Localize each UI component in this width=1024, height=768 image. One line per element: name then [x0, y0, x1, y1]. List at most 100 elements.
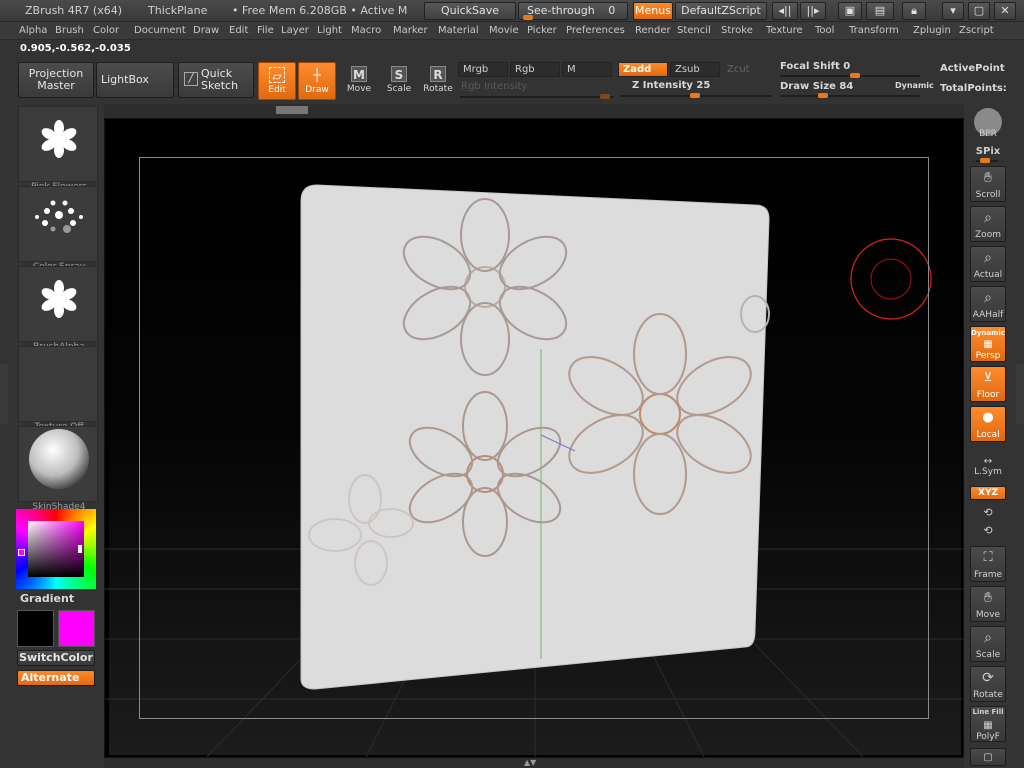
menu-material[interactable]: Material [438, 25, 479, 36]
menu-macro[interactable]: Macro [351, 25, 381, 36]
color-picker[interactable] [16, 509, 96, 589]
brush-selector[interactable]: Pink Flowers [18, 106, 98, 192]
scroll-label: Scroll [975, 190, 1001, 200]
close-icon[interactable]: ✕ [994, 2, 1016, 20]
menu-document[interactable]: Document [134, 25, 186, 36]
color-marker-right[interactable] [78, 545, 82, 553]
m-button[interactable]: M [562, 62, 612, 77]
see-through-slider[interactable]: See-through 0 [518, 2, 628, 20]
quicksave-button[interactable]: QuickSave [424, 2, 516, 20]
menu-draw[interactable]: Draw [193, 25, 219, 36]
lightbox-button[interactable]: LightBox [96, 62, 174, 98]
menu-texture[interactable]: Texture [766, 25, 803, 36]
bottom-tray-toggle-icon[interactable]: ▲▼ [524, 758, 536, 767]
zoom-button[interactable]: ⌕ Zoom [970, 206, 1006, 242]
quick-sketch-button[interactable]: ╱ Quick Sketch [178, 62, 254, 98]
layout-icon[interactable]: ▣ [838, 2, 862, 20]
left-arrow-icon[interactable]: ◂|| [772, 2, 798, 20]
main-color-swatch[interactable] [17, 610, 54, 647]
focal-shift-slider[interactable]: Focal Shift 0 [780, 61, 850, 72]
menu-stencil[interactable]: Stencil [677, 25, 711, 36]
scale-view-button[interactable]: ⌕ Scale [970, 626, 1006, 662]
layout-switch-icon[interactable]: ▤ [866, 2, 894, 20]
right-tray-toggle[interactable] [1016, 364, 1024, 424]
minimize-icon[interactable]: ▾ [942, 2, 964, 20]
rotate-z-icon[interactable]: ⟲ [970, 524, 1006, 537]
menu-color[interactable]: Color [93, 25, 119, 36]
edit-button[interactable]: ▱ Edit [258, 62, 296, 100]
alternate-button[interactable]: Alternate [17, 670, 95, 686]
zadd-button[interactable]: Zadd [618, 62, 668, 77]
draw-size-knob[interactable] [818, 93, 828, 98]
rgb-intensity-knob[interactable] [600, 94, 610, 99]
projection-master-button[interactable]: Projection Master [18, 62, 94, 98]
menu-zplugin[interactable]: Zplugin [913, 25, 951, 36]
zcut-button[interactable]: Zcut [722, 62, 772, 77]
left-tray-toggle[interactable] [0, 364, 8, 424]
menu-preferences[interactable]: Preferences [566, 25, 625, 36]
menu-edit[interactable]: Edit [229, 25, 248, 36]
polyf-button[interactable]: Line Fill ▦ PolyF [970, 706, 1006, 742]
rotate-y-icon[interactable]: ⟲ [970, 506, 1006, 519]
rgb-intensity-slider[interactable]: Rgb Intensity [461, 81, 527, 92]
rgb-button[interactable]: Rgb [510, 62, 560, 77]
draw-button[interactable]: ┼ Draw [298, 62, 336, 100]
local-button[interactable]: ● Local [970, 406, 1006, 442]
z-intensity-slider[interactable]: Z Intensity 25 [632, 80, 710, 91]
menu-tool[interactable]: Tool [815, 25, 834, 36]
canvas-viewport[interactable] [104, 118, 964, 758]
floor-button[interactable]: ⊻ Floor [970, 366, 1006, 402]
menu-render[interactable]: Render [635, 25, 671, 36]
menu-light[interactable]: Light [317, 25, 342, 36]
focal-shift-knob[interactable] [850, 73, 860, 78]
material-selector[interactable]: SkinShade4 [18, 426, 98, 512]
menu-brush[interactable]: Brush [55, 25, 84, 36]
viewport-scroll-handle[interactable] [276, 106, 308, 114]
switch-color-button[interactable]: SwitchColor [17, 650, 95, 666]
draw-size-slider[interactable]: Draw Size 84 [780, 81, 853, 92]
stroke-selector[interactable]: Color Spray [18, 186, 98, 272]
aahalf-button[interactable]: ⌕ AAHalf [970, 286, 1006, 322]
lsym-button[interactable]: ↔ L.Sym [970, 456, 1006, 477]
menus-button[interactable]: Menus [633, 2, 673, 20]
gradient-label[interactable]: Gradient [20, 592, 74, 605]
alpha-selector[interactable]: BrushAlpha [18, 266, 98, 352]
menu-transform[interactable]: Transform [849, 25, 899, 36]
scale-button[interactable]: S Scale [380, 62, 418, 100]
saturation-value-square[interactable] [28, 521, 84, 577]
secondary-color-swatch[interactable] [58, 610, 95, 647]
dynamic-toggle[interactable]: Dynamic [895, 81, 934, 90]
see-through-knob[interactable] [523, 15, 533, 20]
frame-button[interactable]: ⛶ Frame [970, 546, 1006, 582]
scroll-button[interactable]: ✋︎ Scroll [970, 166, 1006, 202]
default-zscript-button[interactable]: DefaultZScript [675, 2, 767, 20]
menu-zscript[interactable]: Zscript [959, 25, 994, 36]
z-intensity-knob[interactable] [690, 93, 700, 98]
menu-alpha[interactable]: Alpha [19, 25, 47, 36]
move-view-button[interactable]: ✋︎ Move [970, 586, 1006, 622]
menu-marker[interactable]: Marker [393, 25, 428, 36]
rotate-view-button[interactable]: ⟳ Rotate [970, 666, 1006, 702]
texture-selector[interactable]: Texture Off [18, 346, 98, 432]
lock-icon[interactable]: 🔒︎ [902, 2, 926, 20]
spix-label[interactable]: SPix [970, 146, 1006, 157]
menu-layer[interactable]: Layer [281, 25, 309, 36]
spix-knob[interactable] [980, 158, 990, 163]
xyz-button[interactable]: XYZ [970, 486, 1006, 500]
menu-stroke[interactable]: Stroke [721, 25, 753, 36]
maximize-icon[interactable]: ▢ [968, 2, 990, 20]
menu-file[interactable]: File [257, 25, 274, 36]
document-frame [139, 157, 929, 719]
zsub-button[interactable]: Zsub [670, 62, 720, 77]
rotate-button[interactable]: R Rotate [419, 62, 457, 100]
menu-movie[interactable]: Movie [489, 25, 519, 36]
color-marker-left[interactable] [18, 549, 25, 556]
right-arrow-icon[interactable]: ||▸ [800, 2, 826, 20]
actual-button[interactable]: ⌕ Actual [970, 246, 1006, 282]
persp-button[interactable]: Dynamic ▦ Persp [970, 326, 1006, 362]
mrgb-button[interactable]: Mrgb [458, 62, 508, 77]
bpr-button[interactable]: BPR [970, 106, 1006, 140]
move-button[interactable]: M Move [340, 62, 378, 100]
menu-picker[interactable]: Picker [527, 25, 557, 36]
transp-button[interactable]: ▢ [970, 748, 1006, 766]
